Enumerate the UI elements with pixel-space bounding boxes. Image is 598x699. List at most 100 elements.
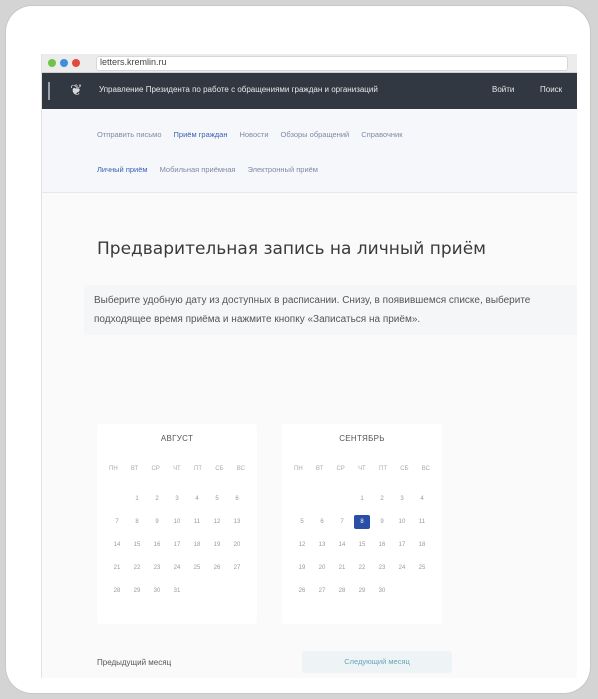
day-cell[interactable]: 2 (374, 492, 390, 506)
day-cell[interactable]: 24 (394, 561, 410, 575)
weekday-label: ВС (421, 466, 430, 472)
weekday-label: ВТ (315, 466, 324, 472)
weekday-label: ПТ (194, 466, 202, 472)
site-title[interactable]: Управление Президента по работе с обраще… (99, 85, 378, 94)
day-cell[interactable]: 26 (209, 561, 225, 575)
day-cell[interactable]: 3 (394, 492, 410, 506)
day-cell[interactable]: 15 (354, 538, 370, 552)
day-cell[interactable]: 11 (189, 515, 205, 529)
day-cell[interactable]: 14 (334, 538, 350, 552)
weekday-label: ПН (109, 466, 118, 472)
day-cell[interactable]: 15 (129, 538, 145, 552)
day-cell[interactable]: 1 (354, 492, 370, 506)
day-cell[interactable]: 27 (314, 584, 330, 598)
browser-screen: letters.kremlin.ru ❦ Управление Президен… (41, 54, 577, 678)
day-cell[interactable]: 19 (209, 538, 225, 552)
day-cell[interactable]: 11 (414, 515, 430, 529)
nav-item-1[interactable]: Приём граждан (174, 130, 228, 139)
weekday-label: СБ (215, 466, 224, 472)
day-cell[interactable]: 23 (374, 561, 390, 575)
day-cell[interactable]: 18 (189, 538, 205, 552)
day-cell[interactable]: 10 (394, 515, 410, 529)
day-cell[interactable]: 7 (334, 515, 350, 529)
day-cell[interactable]: 30 (149, 584, 165, 598)
prev-month-button[interactable]: Предыдущий месяц (97, 658, 171, 667)
day-cell[interactable]: 19 (294, 561, 310, 575)
day-cell[interactable]: 12 (294, 538, 310, 552)
day-cell[interactable]: 25 (189, 561, 205, 575)
intro-text: Выберите удобную дату из доступных в рас… (84, 285, 577, 335)
weekday-header: ПН ВТ СР ЧТ ПТ СБ ВС (294, 466, 430, 472)
day-cell[interactable]: 7 (109, 515, 125, 529)
day-cell[interactable]: 10 (169, 515, 185, 529)
search-link[interactable]: Поиск (540, 85, 562, 94)
day-cell[interactable]: 18 (414, 538, 430, 552)
day-cell[interactable]: 31 (169, 584, 185, 598)
day-cell[interactable]: 29 (129, 584, 145, 598)
login-link[interactable]: Войти (492, 85, 514, 94)
calendar-month-label: СЕНТЯБРЬ (339, 434, 385, 443)
url-field[interactable] (96, 56, 568, 71)
day-cell[interactable]: 29 (354, 584, 370, 598)
day-cell[interactable]: 21 (334, 561, 350, 575)
window-dot-icon[interactable] (72, 59, 80, 67)
day-cell[interactable]: 2 (149, 492, 165, 506)
weekday-label: ЧТ (358, 466, 366, 472)
day-cell[interactable]: 20 (314, 561, 330, 575)
day-cell[interactable]: 5 (294, 515, 310, 529)
day-cell[interactable]: 12 (209, 515, 225, 529)
day-cell[interactable]: 27 (229, 561, 245, 575)
selected-day[interactable]: 8 (354, 515, 370, 529)
day-cell[interactable]: 13 (314, 538, 330, 552)
site-header: ❦ Управление Президента по работе с обра… (42, 73, 577, 109)
day-cell[interactable]: 5 (209, 492, 225, 506)
subnav-item-2[interactable]: Электронный приём (247, 165, 318, 174)
day-cell[interactable]: 9 (374, 515, 390, 529)
day-cell[interactable]: 4 (414, 492, 430, 506)
day-cell[interactable]: 25 (414, 561, 430, 575)
weekday-label: СР (151, 466, 160, 472)
address-bar: letters.kremlin.ru (42, 54, 577, 73)
calendar-september: СЕНТЯБРЬ ПН ВТ СР ЧТ ПТ СБ ВС 1 2 3 4 5 6 7 8 9 10 11 12 13 1… (282, 424, 442, 624)
day-cell[interactable]: 28 (334, 584, 350, 598)
nav-item-3[interactable]: Обзоры обращений (281, 130, 350, 139)
emblem-icon[interactable]: ❦ (70, 81, 88, 101)
subnav-item-1[interactable]: Мобильная приёмная (160, 165, 236, 174)
day-cell[interactable]: 14 (109, 538, 125, 552)
day-cell[interactable]: 22 (129, 561, 145, 575)
menu-icon[interactable] (48, 82, 50, 100)
window-dot-icon[interactable] (48, 59, 56, 67)
subnav-item-0[interactable]: Личный приём (97, 165, 148, 174)
day-cell[interactable]: 4 (189, 492, 205, 506)
day-cell[interactable]: 3 (169, 492, 185, 506)
window-dot-icon[interactable] (60, 59, 68, 67)
url-text[interactable]: letters.kremlin.ru (100, 57, 167, 67)
next-month-button[interactable]: Следующий месяц (302, 651, 452, 673)
day-cell[interactable]: 28 (109, 584, 125, 598)
day-cell[interactable]: 13 (229, 515, 245, 529)
day-cell[interactable]: 24 (169, 561, 185, 575)
day-cell[interactable]: 21 (109, 561, 125, 575)
day-cell[interactable]: 6 (229, 492, 245, 506)
day-cell[interactable]: 16 (149, 538, 165, 552)
day-cell[interactable]: 17 (169, 538, 185, 552)
day-cell[interactable]: 20 (229, 538, 245, 552)
day-cell[interactable]: 23 (149, 561, 165, 575)
day-cell[interactable]: 22 (354, 561, 370, 575)
day-cell[interactable]: 1 (129, 492, 145, 506)
day-cell[interactable]: 8 (129, 515, 145, 529)
day-cell[interactable]: 17 (394, 538, 410, 552)
nav-row-primary: Отправить письмо Приём граждан Новости Обзо… (97, 130, 415, 139)
nav-item-4[interactable]: Справочник (361, 130, 402, 139)
day-cell[interactable]: 26 (294, 584, 310, 598)
weekday-label: ВС (236, 466, 245, 472)
day-cell[interactable]: 16 (374, 538, 390, 552)
day-cell[interactable]: 6 (314, 515, 330, 529)
day-cell[interactable]: 9 (149, 515, 165, 529)
day-cell[interactable]: 30 (374, 584, 390, 598)
tablet-frame: letters.kremlin.ru ❦ Управление Президен… (6, 6, 590, 693)
weekday-label: СБ (400, 466, 409, 472)
calendar-august: АВГУСТ ПН ВТ СР ЧТ ПТ СБ ВС 1 2 3 4 5 6 7 8 9 10 11 12 13 14 1… (97, 424, 257, 624)
nav-item-2[interactable]: Новости (239, 130, 268, 139)
nav-item-0[interactable]: Отправить письмо (97, 130, 162, 139)
